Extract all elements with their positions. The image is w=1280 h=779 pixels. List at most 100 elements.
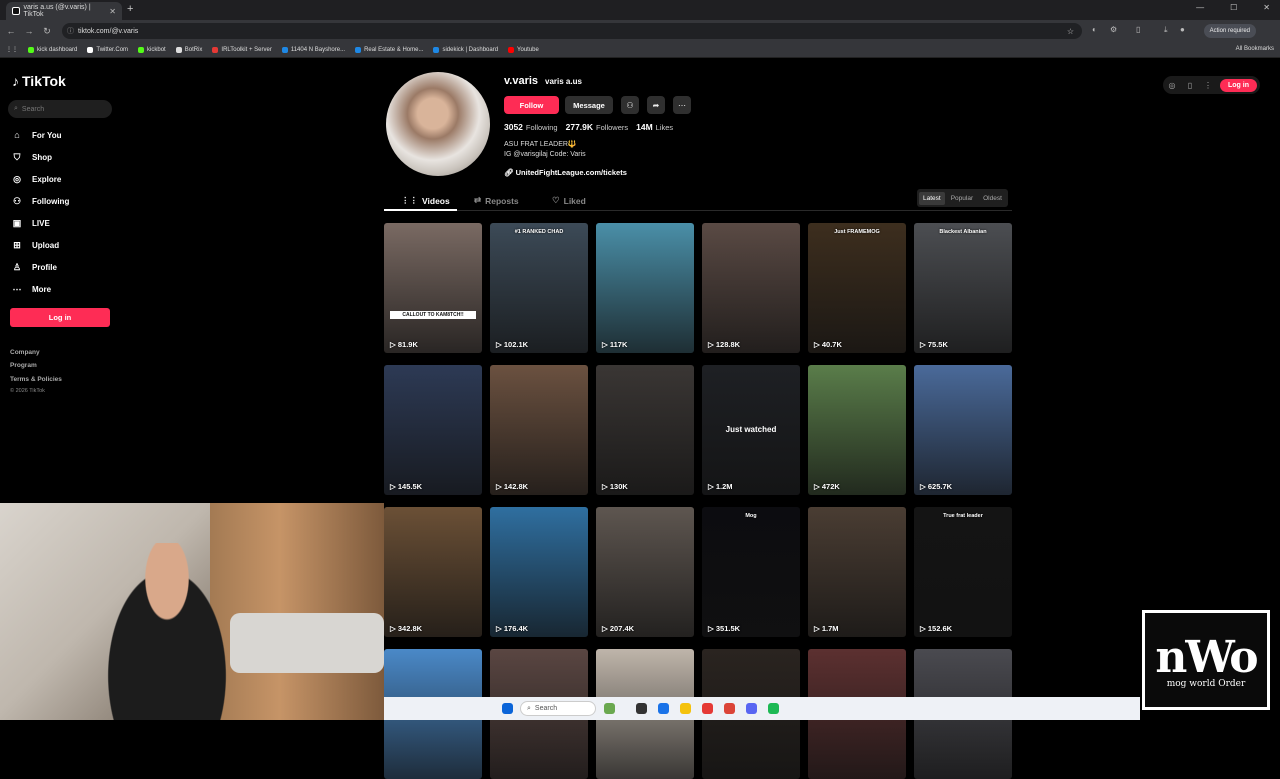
sidebar-item-profile[interactable]: ♙ Profile bbox=[12, 262, 57, 273]
message-button[interactable]: Message bbox=[565, 96, 613, 114]
play-icon: ▷ bbox=[920, 624, 928, 633]
video-thumbnail[interactable]: ▷ 472K bbox=[808, 365, 906, 495]
spotify-icon[interactable] bbox=[768, 703, 779, 714]
profile-avatar-icon[interactable]: ● bbox=[1180, 25, 1185, 34]
tab-liked[interactable]: ♡ Liked bbox=[552, 195, 586, 206]
sort-oldest[interactable]: Oldest bbox=[979, 192, 1006, 205]
bookmark-favicon-icon bbox=[433, 46, 440, 53]
maximize-icon[interactable]: ☐ bbox=[1230, 3, 1237, 12]
action-required-button[interactable]: Action required bbox=[1203, 24, 1256, 38]
bookmark-item[interactable]: Youtube bbox=[503, 46, 544, 53]
sidebar-item-for-you[interactable]: ⌂ For You bbox=[12, 130, 61, 140]
video-view-count: ▷ 75.5K bbox=[920, 340, 948, 349]
footer-link-terms[interactable]: Terms & Policies bbox=[10, 376, 62, 383]
tab-reposts[interactable]: ⇄ Reposts bbox=[474, 195, 519, 206]
sort-popular[interactable]: Popular bbox=[947, 192, 977, 205]
bookmark-item[interactable]: sidekick | Dashboard bbox=[428, 46, 503, 53]
share-icon[interactable]: ➦ bbox=[647, 96, 665, 114]
sidebar-item-upload[interactable]: ⊞ Upload bbox=[12, 240, 59, 251]
sidebar-item-following[interactable]: ⚇ Following bbox=[12, 196, 69, 207]
video-thumbnail[interactable]: ▷ 128.8K bbox=[702, 223, 800, 353]
taskbar-search[interactable]: ⌕ Search bbox=[520, 701, 596, 716]
video-thumbnail[interactable]: ▷ 176.4K bbox=[490, 507, 588, 637]
tiktok-logo[interactable]: ♪ TikTok bbox=[12, 73, 66, 89]
footer-link-company[interactable]: Company bbox=[10, 349, 40, 356]
video-thumbnail[interactable]: True frat leader ▷ 152.6K bbox=[914, 507, 1012, 637]
sidebar-login-button[interactable]: Log in bbox=[10, 308, 110, 327]
video-thumbnail[interactable]: ▷ 1.7M bbox=[808, 507, 906, 637]
bookmark-item[interactable]: kickbot bbox=[133, 46, 171, 53]
sidepanel-icon[interactable]: ▯ bbox=[1136, 25, 1140, 34]
tab-videos[interactable]: ⋮⋮ Videos bbox=[401, 195, 450, 206]
bio-link[interactable]: 🔗︎ UnitedFightLeague.com/tickets bbox=[504, 168, 627, 177]
app-icon[interactable] bbox=[702, 703, 713, 714]
video-thumbnail[interactable]: Just FRAMEMOG ▷ 40.7K bbox=[808, 223, 906, 353]
video-thumbnail[interactable]: ▷ 130K bbox=[596, 365, 694, 495]
bookmark-item[interactable]: Real Estate & Home... bbox=[350, 46, 428, 53]
all-bookmarks-button[interactable]: All Bookmarks bbox=[1236, 46, 1274, 52]
footer-link-program[interactable]: Program bbox=[10, 362, 37, 369]
video-thumbnail[interactable]: ▷ 117K bbox=[596, 223, 694, 353]
video-thumbnail[interactable]: ▷ 625.7K bbox=[914, 365, 1012, 495]
file-explorer-icon[interactable] bbox=[680, 703, 691, 714]
video-thumbnail[interactable]: ▷ 142.8K bbox=[490, 365, 588, 495]
following-stat[interactable]: 3052 Following bbox=[504, 122, 558, 132]
chrome-icon[interactable] bbox=[658, 703, 669, 714]
kebab-icon[interactable]: ⋮ bbox=[1202, 81, 1214, 90]
video-thumbnail[interactable]: ▷ 207.4K bbox=[596, 507, 694, 637]
reload-icon[interactable]: ↻ bbox=[38, 26, 56, 37]
sidebar-item-explore[interactable]: ◎ Explore bbox=[12, 174, 61, 185]
phone-icon[interactable]: ▯ bbox=[1184, 81, 1196, 90]
download-icon[interactable]: ⤓ bbox=[1164, 25, 1168, 35]
task-view-icon[interactable] bbox=[636, 703, 647, 714]
sidebar-item-more[interactable]: ⋯ More bbox=[12, 284, 52, 295]
close-window-icon[interactable]: ✕ bbox=[1263, 3, 1270, 12]
chrome-alt-icon[interactable] bbox=[724, 703, 735, 714]
profile-avatar[interactable] bbox=[386, 72, 490, 176]
sidebar-item-label: For You bbox=[32, 130, 62, 140]
follow-button[interactable]: Follow bbox=[504, 96, 559, 114]
video-thumbnail[interactable]: ▷ 145.5K bbox=[384, 365, 482, 495]
windows-start-icon[interactable] bbox=[502, 703, 513, 714]
bookmark-item[interactable]: IRLToolkit + Server bbox=[207, 46, 276, 53]
bookmark-item[interactable]: BotRix bbox=[171, 46, 208, 53]
coin-icon[interactable]: ◎ bbox=[1166, 81, 1178, 90]
bookmark-item[interactable]: kick dashboard bbox=[23, 46, 82, 53]
forward-icon[interactable]: → bbox=[20, 26, 38, 36]
play-icon: ▷ bbox=[920, 482, 928, 491]
video-thumbnail[interactable]: ▷ 342.8K bbox=[384, 507, 482, 637]
person-plus-icon: ⚇ bbox=[12, 196, 22, 206]
back-icon[interactable]: ← bbox=[2, 26, 20, 36]
sort-latest[interactable]: Latest bbox=[919, 191, 945, 205]
followers-stat[interactable]: 277.9K Followers bbox=[566, 122, 629, 132]
bookmark-star-icon[interactable]: ☆ bbox=[1067, 27, 1074, 36]
ellipsis-icon: ⋯ bbox=[12, 284, 22, 294]
bookmark-item[interactable]: Twitter.Com bbox=[82, 46, 133, 53]
video-thumbnail[interactable]: Just watched ▷ 1.2M bbox=[702, 365, 800, 495]
header-login-button[interactable]: Log in bbox=[1220, 78, 1257, 92]
sidebar-item-live[interactable]: ▣ LIVE bbox=[12, 218, 50, 229]
browser-tab[interactable]: varis a.us (@v.varis) | TikTok ✕ bbox=[6, 2, 122, 20]
video-thumbnail[interactable]: Mog ▷ 351.5K bbox=[702, 507, 800, 637]
bookmark-item[interactable]: 11404 N Bayshore... bbox=[277, 46, 350, 53]
url-text: tiktok.com/@v.varis bbox=[78, 27, 139, 35]
sidebar-item-shop[interactable]: ⛉ Shop bbox=[12, 152, 52, 163]
search-input[interactable]: ⌕ Search bbox=[8, 100, 112, 118]
close-tab-icon[interactable]: ✕ bbox=[109, 7, 116, 16]
site-info-icon[interactable]: ⓘ bbox=[67, 26, 74, 36]
new-tab-button[interactable]: + bbox=[127, 3, 133, 15]
more-options-icon[interactable]: ⋯ bbox=[673, 96, 691, 114]
tab-title: varis a.us (@v.varis) | TikTok bbox=[23, 4, 91, 18]
discord-icon[interactable] bbox=[746, 703, 757, 714]
live-icon: ▣ bbox=[12, 218, 22, 228]
add-friend-icon[interactable]: ⚇ bbox=[621, 96, 639, 114]
video-thumbnail[interactable]: CALLOUT TO KAM8TCH!! ▷ 81.9K bbox=[384, 223, 482, 353]
video-thumbnail[interactable]: Blackest Albanian ▷ 75.5K bbox=[914, 223, 1012, 353]
video-thumbnail[interactable]: #1 RANKED CHAD ▷ 102.1K bbox=[490, 223, 588, 353]
url-bar[interactable]: ⓘ tiktok.com/@v.varis ☆ bbox=[62, 23, 1082, 39]
apps-icon[interactable]: ⋮⋮ bbox=[0, 46, 23, 53]
extension-icon[interactable]: ◐ bbox=[1092, 25, 1097, 34]
widget-icon[interactable] bbox=[604, 703, 615, 714]
minimize-icon[interactable]: — bbox=[1196, 3, 1204, 12]
puzzle-icon[interactable]: ⚙ bbox=[1110, 25, 1117, 34]
